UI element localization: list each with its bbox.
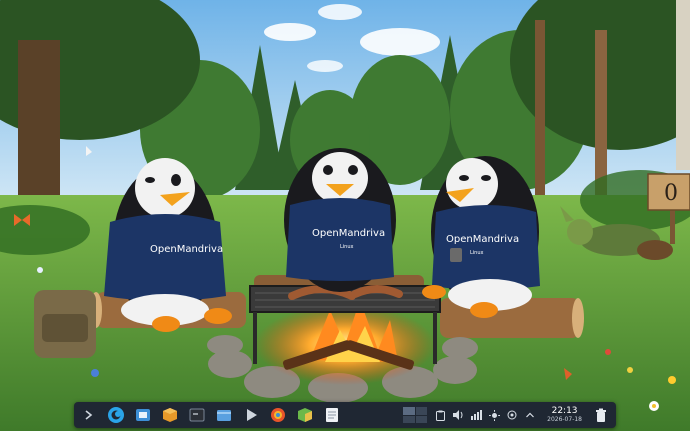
brightness-icon [488, 409, 500, 421]
penguin-middle: OpenMandriva Linux [284, 148, 396, 292]
notifications-icon [507, 410, 517, 420]
tray-expand[interactable] [523, 407, 537, 423]
tray-volume[interactable] [451, 407, 465, 423]
pager-desktop-1[interactable] [403, 407, 415, 415]
taskbar-app-software-center[interactable] [159, 404, 181, 426]
taskbar-app-media-player[interactable] [240, 404, 262, 426]
package-manager-icon [298, 408, 312, 422]
tray-clipboard[interactable] [433, 407, 447, 423]
speaker-icon [452, 410, 463, 420]
software-center-icon [163, 408, 177, 422]
digital-clock[interactable]: 22:13 2026-07-18 [547, 407, 582, 423]
taskbar-app-file-manager[interactable] [213, 404, 235, 426]
show-desktop-button[interactable] [78, 404, 100, 426]
openmandriva-menu-icon [108, 407, 124, 423]
clock-date: 2026-07-18 [547, 416, 582, 423]
desktop-wallpaper: 0 OpenMandriva OpenMandriva Linux OpenMa… [0, 0, 690, 431]
trash-button[interactable] [590, 404, 612, 426]
virtual-desktop-pager[interactable] [403, 407, 428, 423]
tray-notifications[interactable] [505, 407, 519, 423]
taskbar-panel: 22:13 2026-07-18 [74, 402, 616, 428]
file-manager-icon [217, 410, 231, 421]
pager-desktop-3[interactable] [403, 415, 415, 423]
media-player-icon [247, 409, 257, 421]
taskbar-app-text-editor[interactable] [321, 404, 343, 426]
pager-desktop-2[interactable] [415, 407, 428, 415]
clock-time: 22:13 [551, 406, 578, 416]
chevron-up-icon [526, 412, 535, 418]
shirt-logo-text: OpenMandriva [312, 228, 385, 239]
shirt-logo-text: OpenMandriva [446, 234, 519, 245]
shirt-logo-text: OpenMandriva [150, 244, 223, 255]
system-settings-icon [136, 409, 150, 421]
web-browser-icon [271, 408, 285, 422]
tray-brightness[interactable] [487, 407, 501, 423]
network-icon [470, 410, 482, 420]
clipboard-icon [435, 410, 445, 421]
terminal-icon [189, 408, 205, 422]
pager-desktop-4[interactable] [415, 415, 428, 423]
shirt-subtext: Linux [470, 250, 484, 256]
text-editor-icon [326, 408, 338, 422]
trash-icon [596, 408, 606, 422]
shirt-subtext: Linux [340, 244, 354, 250]
sign-text: 0 [664, 181, 678, 206]
application-launcher-button[interactable] [105, 404, 127, 426]
tray-network[interactable] [469, 407, 483, 423]
taskbar-app-system-settings[interactable] [132, 404, 154, 426]
show-desktop-icon [85, 410, 93, 420]
taskbar-app-terminal[interactable] [186, 404, 208, 426]
taskbar-app-web-browser[interactable] [267, 404, 289, 426]
taskbar-app-package-manager[interactable] [294, 404, 316, 426]
